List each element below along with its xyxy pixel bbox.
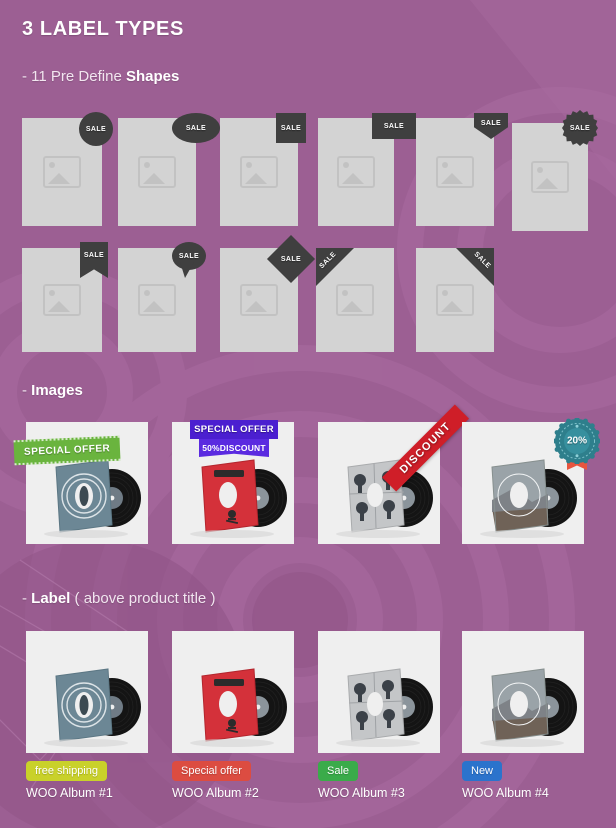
image-placeholder-icon [436, 284, 474, 316]
badge-corner-left[interactable]: SALE [316, 248, 354, 286]
image-placeholder-icon [43, 284, 81, 316]
images-heading-bold: Images [31, 382, 83, 399]
product-label[interactable]: Sale [318, 761, 359, 781]
product-label-text: free shipping [35, 765, 98, 777]
seal-label: 20% [566, 435, 588, 447]
product-card[interactable] [462, 631, 584, 753]
image-placeholder-icon [43, 156, 81, 188]
product-title[interactable]: WOO Album #2 [172, 786, 259, 800]
section-heading-shapes: - 11 Pre Define Shapes [22, 68, 179, 85]
shapes-heading-text: 11 Pre Define [31, 68, 126, 85]
badge-ribbon[interactable]: SALE [80, 242, 108, 278]
section-heading-images: - Images [22, 382, 83, 399]
badge-diamond[interactable]: SALE [266, 234, 316, 284]
product-label-text: Special offer [181, 765, 242, 777]
product-image-tile[interactable]: SPECIAL OFFER 50%DISCOUNT [172, 420, 294, 544]
badge-speech-bubble[interactable]: SALE [172, 242, 206, 278]
product-card[interactable] [318, 631, 440, 753]
product-card[interactable] [172, 631, 294, 753]
badge-ellipse[interactable]: SALE [172, 113, 220, 143]
product-label[interactable]: free shipping [26, 761, 107, 781]
badge-label: SALE [280, 255, 302, 263]
ribbon-shape [80, 242, 108, 278]
vinyl-blue-sleeve-photo [26, 631, 148, 753]
product-title[interactable]: WOO Album #3 [318, 786, 405, 800]
vinyl-red-sleeve-photo [172, 631, 294, 753]
badge-label: SALE [280, 124, 302, 132]
image-placeholder-icon [336, 284, 374, 316]
banner-top-label: SPECIAL OFFER [190, 420, 278, 439]
badge-square[interactable]: SALE [276, 113, 306, 143]
badge-label: SALE [480, 120, 502, 127]
image-placeholder-icon [138, 284, 176, 316]
image-placeholder-icon [240, 284, 278, 316]
badge-rectangle[interactable]: SALE [372, 113, 416, 139]
label-heading-bold: Label [31, 590, 71, 607]
badge-gem[interactable]: SALE [474, 113, 508, 139]
dash: - [22, 590, 27, 607]
badge-circle[interactable]: SALE [79, 112, 113, 146]
product-label-text: New [471, 765, 494, 777]
product-title[interactable]: WOO Album #4 [462, 786, 549, 800]
section-heading-label: - Label ( above product title ) [22, 590, 215, 607]
badge-label: SALE [178, 252, 200, 260]
badge-label: SALE [85, 125, 107, 133]
page-title: 3 LABEL TYPES [22, 18, 184, 40]
image-placeholder-icon [138, 156, 176, 188]
product-image-tile[interactable]: DISCOUNT [318, 404, 470, 544]
shapes-heading-bold: Shapes [125, 68, 180, 85]
image-placeholder-icon [337, 156, 375, 188]
image-placeholder-icon [240, 156, 278, 188]
image-placeholder-icon [436, 156, 474, 188]
percent-seal-badge[interactable]: 20% [554, 418, 600, 476]
product-title[interactable]: WOO Album #1 [26, 786, 113, 800]
ribbon-label: SPECIAL OFFER [23, 443, 111, 458]
badge-label: SALE [383, 122, 405, 130]
dash: - [22, 68, 27, 85]
product-label[interactable]: Special offer [172, 761, 251, 781]
product-label-text: Sale [327, 765, 350, 777]
banner-bottom-label: 50%DISCOUNT [199, 439, 269, 457]
product-image-tile[interactable]: SPECIAL OFFER [13, 422, 148, 544]
badge-label: SALE [569, 124, 591, 132]
bubble-tail [180, 262, 194, 278]
vinyl-photo-sleeve-photo [462, 631, 584, 753]
dash: - [22, 382, 27, 399]
vinyl-grey-keys-sleeve-photo [318, 631, 440, 753]
image-placeholder-icon [531, 161, 569, 193]
product-card[interactable] [26, 631, 148, 753]
badge-label: SALE [185, 124, 207, 132]
special-offer-blue-banner[interactable]: SPECIAL OFFER 50%DISCOUNT [190, 420, 278, 457]
product-image-tile[interactable]: 20% [462, 418, 600, 544]
product-label[interactable]: New [462, 761, 503, 781]
special-offer-green-ribbon[interactable]: SPECIAL OFFER [13, 435, 121, 466]
label-heading-paren: ( above product title ) [74, 590, 216, 607]
badge-corner-right[interactable]: SALE [456, 248, 494, 286]
badge-label: SALE [83, 251, 105, 259]
badge-starburst[interactable]: SALE [562, 110, 598, 146]
